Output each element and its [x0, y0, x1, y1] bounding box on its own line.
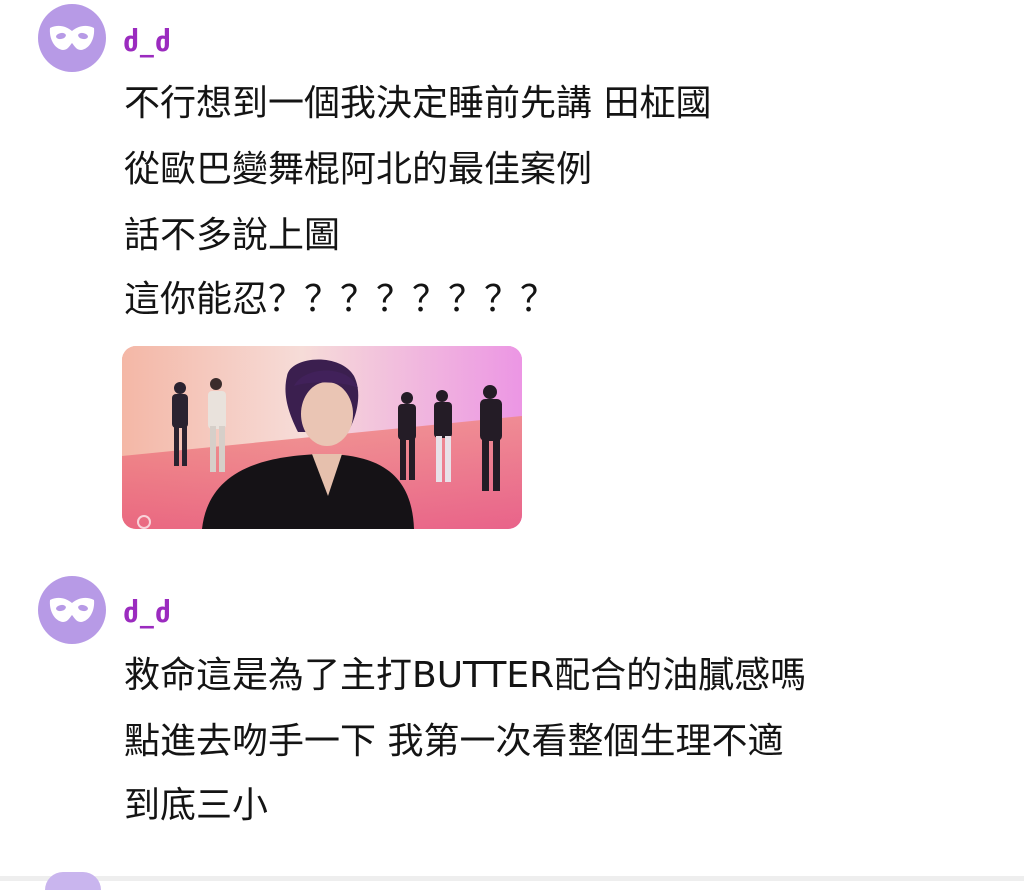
mask-icon [49, 597, 95, 622]
comment-line: 不行想到一個我決定睡前先講 田柾國 [124, 83, 712, 124]
next-post-avatar[interactable] [45, 872, 101, 890]
comment-line: 救命這是為了主打BUTTER配合的油膩感嗎 [124, 655, 807, 696]
thumbnail-image [122, 346, 522, 529]
username[interactable]: ძ_ძ [123, 597, 172, 629]
comment-line: 這你能忍？？？？？？？？ [124, 279, 557, 320]
video-thumbnail[interactable] [122, 346, 522, 529]
list-divider [0, 876, 1024, 881]
username[interactable]: ძ_ძ [123, 26, 172, 58]
comment-line: 到底三小 [124, 785, 269, 826]
user-avatar[interactable] [38, 576, 106, 644]
mask-icon [49, 25, 95, 50]
comment-line: 話不多說上圖 [124, 215, 341, 256]
comment-line: 點進去吻手一下 我第一次看整個生理不適 [124, 721, 784, 762]
user-avatar[interactable] [38, 4, 106, 72]
comment-line: 從歐巴變舞棍阿北的最佳案例 [124, 149, 593, 190]
